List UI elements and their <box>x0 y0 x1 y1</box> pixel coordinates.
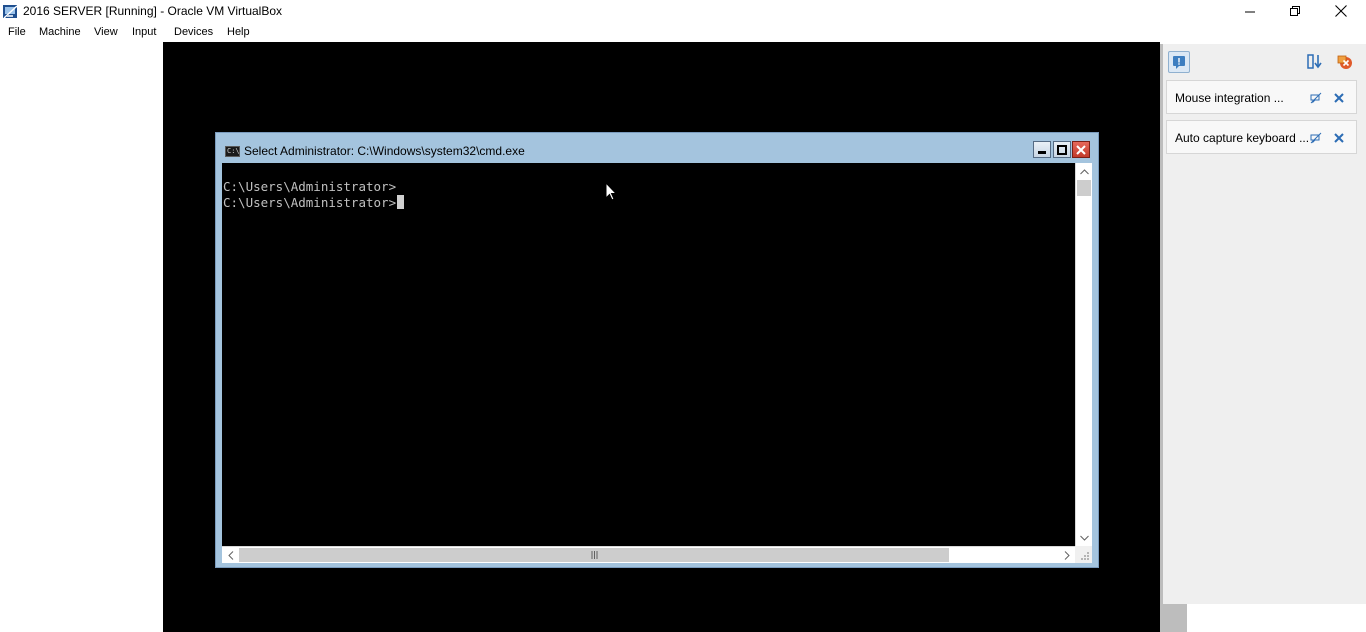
scroll-left-button[interactable] <box>222 547 239 563</box>
notification-mouse-integration[interactable]: Mouse integration ... <box>1166 80 1357 114</box>
scroll-right-button[interactable] <box>1058 547 1075 563</box>
horizontal-scrollbar[interactable] <box>222 546 1092 563</box>
close-all-icon <box>1337 55 1352 69</box>
cmd-icon: C:\ <box>225 146 240 157</box>
close-all-notifications-button[interactable] <box>1335 52 1355 72</box>
restore-button[interactable] <box>1272 0 1318 22</box>
cmd-close-button[interactable] <box>1072 141 1090 158</box>
close-icon <box>1334 133 1344 143</box>
chevron-right-icon <box>1064 550 1070 560</box>
text-caret <box>397 195 405 209</box>
cmd-titlebar[interactable]: C:\ Select Administrator: C:\Windows\sys… <box>216 133 1098 164</box>
chevron-left-icon <box>227 550 233 560</box>
notification-text: Auto capture keyboard ... <box>1175 131 1310 145</box>
menu-input[interactable]: Input <box>132 26 156 38</box>
maximize-icon <box>1057 144 1067 155</box>
horizontal-scroll-thumb[interactable] <box>239 548 949 562</box>
close-icon <box>1335 5 1347 17</box>
menu-view[interactable]: View <box>94 26 118 38</box>
menubar: File Machine View Input Devices Help <box>0 23 1366 42</box>
virtualbox-app-icon <box>3 5 18 19</box>
notification-icon <box>1173 56 1185 69</box>
dont-show-again-button[interactable] <box>1309 91 1323 105</box>
restore-icon <box>1289 5 1300 16</box>
console-area[interactable]: C:\Users\Administrator> C:\Users\Adminis… <box>222 163 1092 563</box>
notification-center-icon[interactable] <box>1168 51 1190 73</box>
notification-text: Mouse integration ... <box>1175 91 1284 105</box>
menu-file[interactable]: File <box>8 26 26 38</box>
scroll-down-button[interactable] <box>1076 529 1092 546</box>
console-output: C:\Users\Administrator> C:\Users\Adminis… <box>223 179 405 211</box>
window-title: 2016 SERVER [Running] - Oracle VM Virtua… <box>23 4 283 18</box>
window-titlebar: 2016 SERVER [Running] - Oracle VM Virtua… <box>0 0 1366 23</box>
menu-machine[interactable]: Machine <box>39 26 81 38</box>
notification-auto-capture-keyboard[interactable]: Auto capture keyboard ... <box>1166 120 1357 154</box>
sort-icon <box>1307 54 1322 69</box>
grip-icon <box>591 551 597 559</box>
cmd-maximize-button[interactable] <box>1053 141 1071 158</box>
mouse-cursor-icon <box>605 182 617 201</box>
menu-devices[interactable]: Devices <box>174 26 213 38</box>
scroll-up-button[interactable] <box>1076 163 1092 180</box>
console-line: C:\Users\Administrator> <box>223 195 397 210</box>
dismiss-notification-button[interactable] <box>1332 91 1346 105</box>
minimize-icon <box>1244 11 1255 12</box>
mute-notification-icon <box>1310 92 1322 104</box>
close-icon <box>1076 144 1086 155</box>
mute-notification-icon <box>1310 132 1322 144</box>
chevron-up-icon <box>1079 168 1089 174</box>
sort-notifications-button[interactable] <box>1305 52 1325 72</box>
dismiss-notification-button[interactable] <box>1332 131 1346 145</box>
resize-grip-icon <box>1081 552 1089 560</box>
cmd-window: C:\ Select Administrator: C:\Windows\sys… <box>215 132 1099 568</box>
resize-grip[interactable] <box>1075 546 1092 563</box>
vertical-scrollbar[interactable] <box>1075 163 1092 546</box>
close-icon <box>1334 93 1344 103</box>
minimize-button[interactable] <box>1227 0 1273 22</box>
menu-help[interactable]: Help <box>227 26 250 38</box>
console-line: C:\Users\Administrator> <box>223 179 397 194</box>
vertical-scroll-thumb[interactable] <box>1077 180 1091 196</box>
cmd-minimize-button[interactable] <box>1033 141 1051 158</box>
close-button[interactable] <box>1318 0 1364 22</box>
minimize-icon <box>1038 150 1046 154</box>
dont-show-again-button[interactable] <box>1309 131 1323 145</box>
chevron-down-icon <box>1079 535 1089 541</box>
cmd-title: Select Administrator: C:\Windows\system3… <box>244 144 525 158</box>
panel-bottom <box>1187 604 1366 632</box>
